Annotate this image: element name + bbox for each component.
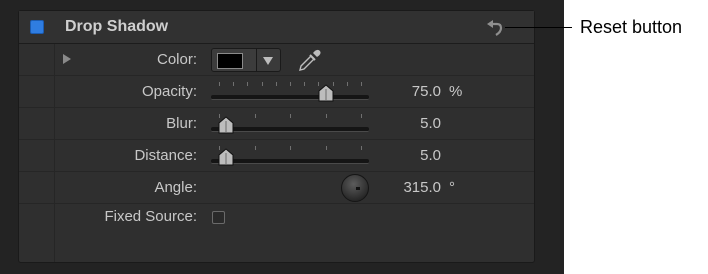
- angle-row: Angle: 315.0 °: [19, 172, 534, 204]
- slider-track: [211, 95, 369, 100]
- drop-shadow-panel: Drop Shadow Color: Opacity: 75.0 % Blur:…: [18, 10, 535, 263]
- slider-tick: [361, 114, 362, 118]
- slider-tick: [219, 82, 220, 86]
- color-swatch: [217, 53, 243, 69]
- slider-tick: [346, 82, 348, 86]
- slider-thumb[interactable]: [217, 148, 235, 166]
- color-label: Color:: [156, 51, 197, 68]
- fixed-source-row: Fixed Source:: [19, 204, 534, 230]
- opacity-row: Opacity: 75.0 %: [19, 76, 534, 108]
- slider-tick: [261, 82, 263, 86]
- opacity-unit: %: [449, 83, 463, 100]
- distance-slider[interactable]: [211, 142, 371, 170]
- color-row: Color:: [19, 44, 534, 76]
- slider-tick: [325, 146, 327, 150]
- fixed-source-label: Fixed Source:: [104, 208, 197, 225]
- eyedropper-icon[interactable]: [297, 47, 323, 73]
- distance-label: Distance:: [134, 147, 197, 164]
- enable-checkbox[interactable]: [30, 20, 44, 34]
- angle-label: Angle:: [154, 179, 197, 196]
- slider-tick: [290, 146, 291, 150]
- opacity-value[interactable]: 75.0: [412, 83, 441, 100]
- fixed-source-checkbox[interactable]: [212, 211, 225, 224]
- dial-indicator: [356, 187, 360, 190]
- angle-dial[interactable]: [341, 174, 369, 202]
- slider-tick: [361, 82, 362, 86]
- blur-value[interactable]: 5.0: [420, 115, 441, 132]
- slider-tick: [325, 114, 327, 118]
- inspector-background: Drop Shadow Color: Opacity: 75.0 % Blur:…: [0, 0, 564, 274]
- distance-value[interactable]: 5.0: [420, 147, 441, 164]
- angle-unit: °: [449, 179, 455, 196]
- callout-label: Reset button: [580, 17, 683, 37]
- panel-title: Drop Shadow: [65, 18, 169, 35]
- blur-row: Blur: 5.0: [19, 108, 534, 140]
- blur-slider[interactable]: [211, 110, 371, 138]
- opacity-slider[interactable]: [211, 78, 371, 106]
- color-swatch-button[interactable]: [211, 48, 257, 72]
- callout-line: [505, 27, 572, 28]
- slider-tick: [275, 82, 277, 86]
- slider-thumb[interactable]: [317, 84, 335, 102]
- blur-label: Blur:: [166, 115, 197, 132]
- slider-tick: [254, 146, 256, 150]
- color-dropdown-button[interactable]: [257, 48, 281, 72]
- slider-tick: [304, 82, 306, 86]
- slider-tick: [361, 146, 362, 150]
- distance-row: Distance: 5.0: [19, 140, 534, 172]
- angle-value[interactable]: 315.0: [403, 179, 441, 196]
- reset-arrow-icon[interactable]: [485, 19, 505, 37]
- slider-tick: [254, 114, 256, 118]
- disclosure-triangle-icon[interactable]: [63, 54, 71, 64]
- panel-header: Drop Shadow: [19, 11, 534, 44]
- slider-tick: [247, 82, 249, 86]
- slider-thumb[interactable]: [217, 116, 235, 134]
- slider-tick: [290, 114, 291, 118]
- slider-tick: [233, 82, 235, 86]
- opacity-label: Opacity:: [141, 83, 197, 100]
- slider-tick: [290, 82, 291, 86]
